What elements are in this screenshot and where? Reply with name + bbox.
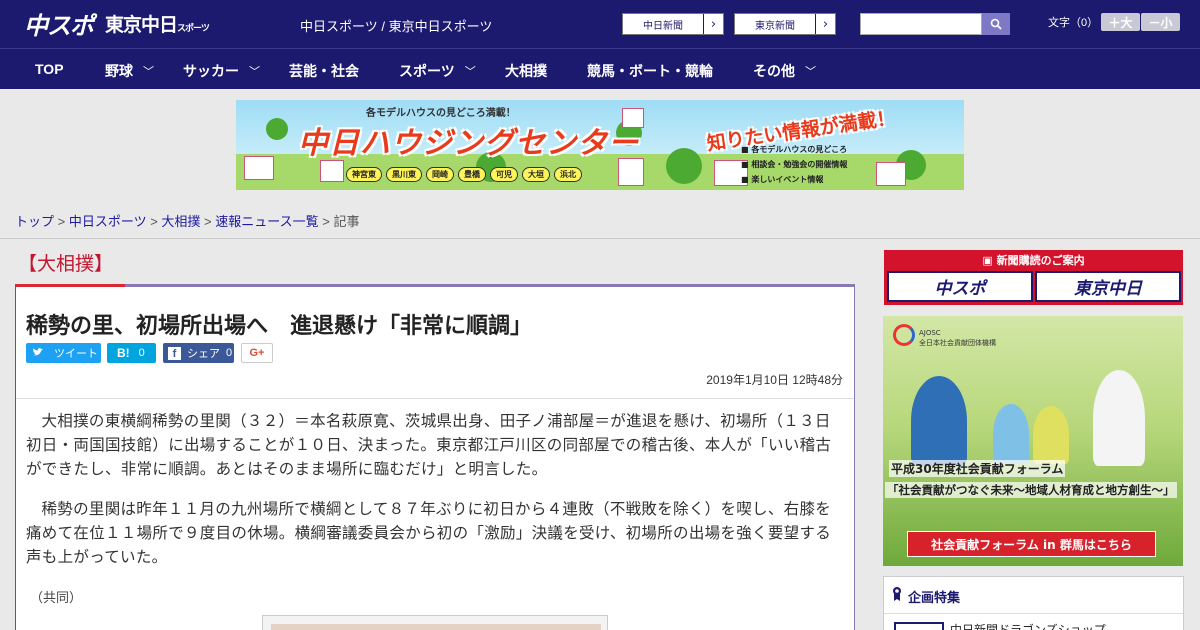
breadcrumb-chunichi-sports[interactable]: 中日スポーツ bbox=[69, 214, 147, 229]
banner-subtitle: 各モデルハウスの見どころ満載！ bbox=[366, 108, 516, 119]
article-paragraph: 稀勢の里関は昨年１１月の九州場所で横綱として８７年ぶりに初日から４連敗（不戦敗を… bbox=[26, 500, 832, 566]
house-decoration bbox=[320, 160, 344, 182]
banner-info-list: ■ 各モデルハウスの見どころ ■ 相談会・勉強会の開催情報 ■ 楽しいイベント情… bbox=[741, 145, 848, 184]
divider bbox=[16, 398, 854, 399]
chevron-down-icon: ﹀ bbox=[143, 66, 154, 78]
breadcrumb-news-list[interactable]: 速報ニュース一覧 bbox=[215, 214, 318, 229]
chevron-right-icon: › bbox=[815, 14, 835, 34]
logo-tokyo-chunichi: 東京中日スポーツ bbox=[105, 13, 210, 36]
top-header: 中スポ 東京中日スポーツ 中日スポーツ / 東京中日スポーツ 中日新聞 › 東京… bbox=[0, 0, 1200, 48]
article-credit: （共同） bbox=[30, 591, 83, 606]
house-decoration bbox=[244, 156, 274, 180]
forum-org: AJOSC 全日本社会貢献団体機構 bbox=[919, 329, 996, 347]
tweet-button[interactable]: ツイート bbox=[26, 343, 101, 363]
nav-keiba[interactable]: 競馬・ボート・競輪 bbox=[587, 61, 713, 81]
area-badge: 大垣 bbox=[522, 167, 550, 182]
newspaper-icon: ▣ bbox=[982, 254, 997, 267]
hatena-icon: B! bbox=[117, 346, 130, 360]
google-plus-button[interactable]: G+ bbox=[241, 343, 273, 363]
feature-section: 企画特集 中日新聞ドラゴンズショップ bbox=[883, 576, 1184, 630]
tokyo-shimbun-link[interactable]: 東京新聞 › bbox=[734, 13, 836, 35]
search-icon bbox=[990, 18, 1002, 30]
house-decoration bbox=[876, 162, 906, 186]
forum-title: 平成30年度社会貢献フォーラム bbox=[889, 460, 1066, 477]
divider bbox=[884, 613, 1183, 614]
area-badge: 可児 bbox=[490, 167, 518, 182]
article-paragraph: 大相撲の東横綱稀勢の里関（３２）＝本名萩原寛、茨城県出身、田子ノ浦部屋＝が進退を… bbox=[26, 412, 832, 478]
article-category: 【大相撲】 bbox=[18, 254, 114, 275]
chevron-down-icon: ﹀ bbox=[249, 66, 260, 78]
nav-sports[interactable]: スポーツ ﹀ bbox=[399, 61, 476, 81]
subscription-ad[interactable]: ▣ 新聞購読のご案内 中スポ 東京中日 bbox=[884, 250, 1183, 305]
banner-area-list: 神宮東 黒川東 岡崎 豊橋 可児 大垣 浜北 bbox=[346, 167, 582, 182]
breadcrumb: トップ > 中日スポーツ > 大相撲 > 速報ニュース一覧 > 記事 bbox=[15, 214, 360, 229]
chevron-down-icon: ﹀ bbox=[464, 66, 476, 78]
banner-title: 中日ハウジングセンター bbox=[298, 126, 639, 161]
nav-entertainment[interactable]: 芸能・社会 bbox=[289, 61, 359, 81]
social-contribution-forum-ad[interactable]: AJOSC 全日本社会貢献団体機構 平成30年度社会貢献フォーラム 「社会貢献がつ… bbox=[883, 316, 1183, 566]
area-badge: 浜北 bbox=[554, 167, 582, 182]
breadcrumb-top[interactable]: トップ bbox=[15, 214, 54, 229]
logo-chusupo: 中スポ bbox=[24, 11, 94, 40]
breadcrumb-sumo[interactable]: 大相撲 bbox=[161, 214, 200, 229]
nav-soccer[interactable]: サッカー ﹀ bbox=[183, 61, 260, 81]
forum-gunma-button[interactable]: 社会貢献フォーラム in 群馬はこちら bbox=[907, 531, 1156, 557]
facebook-share-button[interactable]: f シェア 0 bbox=[163, 343, 234, 363]
search-button[interactable] bbox=[982, 13, 1010, 35]
area-badge: 岡崎 bbox=[426, 167, 454, 182]
ajosc-logo-icon bbox=[893, 324, 915, 346]
area-badge: 豊橋 bbox=[458, 167, 486, 182]
article-headline: 稀勢の里、初場所出場へ 進退懸け「非常に順調」 bbox=[26, 313, 533, 338]
chunichi-shimbun-link[interactable]: 中日新聞 › bbox=[622, 13, 724, 35]
chevron-down-icon: ﹀ bbox=[805, 66, 816, 78]
subscribe-chusupo-link[interactable]: 中スポ bbox=[887, 271, 1033, 302]
main-nav: TOP 野球 ﹀ サッカー ﹀ 芸能・社会 スポーツ ﹀ 大相撲 競馬・ボート・競輪 … bbox=[0, 48, 1200, 89]
subscribe-tokyo-chunichi-link[interactable]: 東京中日 bbox=[1035, 271, 1181, 302]
nav-sumo[interactable]: 大相撲 bbox=[505, 61, 547, 81]
facebook-count: 0 bbox=[226, 347, 233, 359]
chevron-right-icon: › bbox=[703, 14, 723, 34]
font-larger-button[interactable]: ＋大 bbox=[1101, 13, 1140, 31]
divider bbox=[0, 238, 1200, 239]
article-photo[interactable] bbox=[262, 615, 608, 630]
search-input[interactable] bbox=[860, 13, 982, 35]
forum-theme: 「社会貢献がつなぐ未来～地域人材育成と地方創生～」 bbox=[885, 482, 1177, 498]
breadcrumb-current: 記事 bbox=[333, 214, 360, 229]
tree-decoration bbox=[666, 148, 702, 184]
font-smaller-button[interactable]: －小 bbox=[1141, 13, 1180, 31]
feature-item-link[interactable]: 中日新聞ドラゴンズショップ bbox=[950, 621, 1106, 630]
twitter-icon bbox=[32, 347, 44, 360]
feature-title: 企画特集 bbox=[908, 590, 961, 606]
nav-baseball[interactable]: 野球 ﹀ bbox=[105, 61, 154, 81]
person-figure bbox=[1033, 406, 1069, 464]
area-badge: 神宮東 bbox=[346, 167, 382, 182]
person-figure bbox=[993, 404, 1029, 464]
ribbon-icon bbox=[892, 586, 902, 606]
housing-center-banner-ad[interactable]: 各モデルハウスの見どころ満載！ 中日ハウジングセンター 知りたい情報が満載！ 神… bbox=[236, 100, 964, 190]
site-logo[interactable]: 中スポ 東京中日スポーツ bbox=[24, 8, 210, 40]
house-decoration bbox=[618, 158, 644, 186]
hatena-count: 0 bbox=[138, 347, 145, 359]
article-date: 2019年1月10日 12時48分 bbox=[706, 373, 843, 387]
person-figure bbox=[1093, 370, 1145, 466]
person-figure bbox=[911, 376, 967, 466]
nav-top[interactable]: TOP bbox=[35, 61, 64, 77]
facebook-icon: f bbox=[168, 346, 181, 360]
area-badge: 黒川東 bbox=[386, 167, 422, 182]
feature-thumbnail[interactable] bbox=[894, 622, 944, 630]
nav-other[interactable]: その他 ﹀ bbox=[753, 61, 816, 81]
hatena-bookmark-button[interactable]: B! 0 bbox=[107, 343, 156, 363]
tree-decoration bbox=[266, 118, 288, 140]
font-size-label: 文字（0） bbox=[1048, 17, 1099, 29]
site-name: 中日スポーツ / 東京中日スポーツ bbox=[300, 19, 493, 34]
